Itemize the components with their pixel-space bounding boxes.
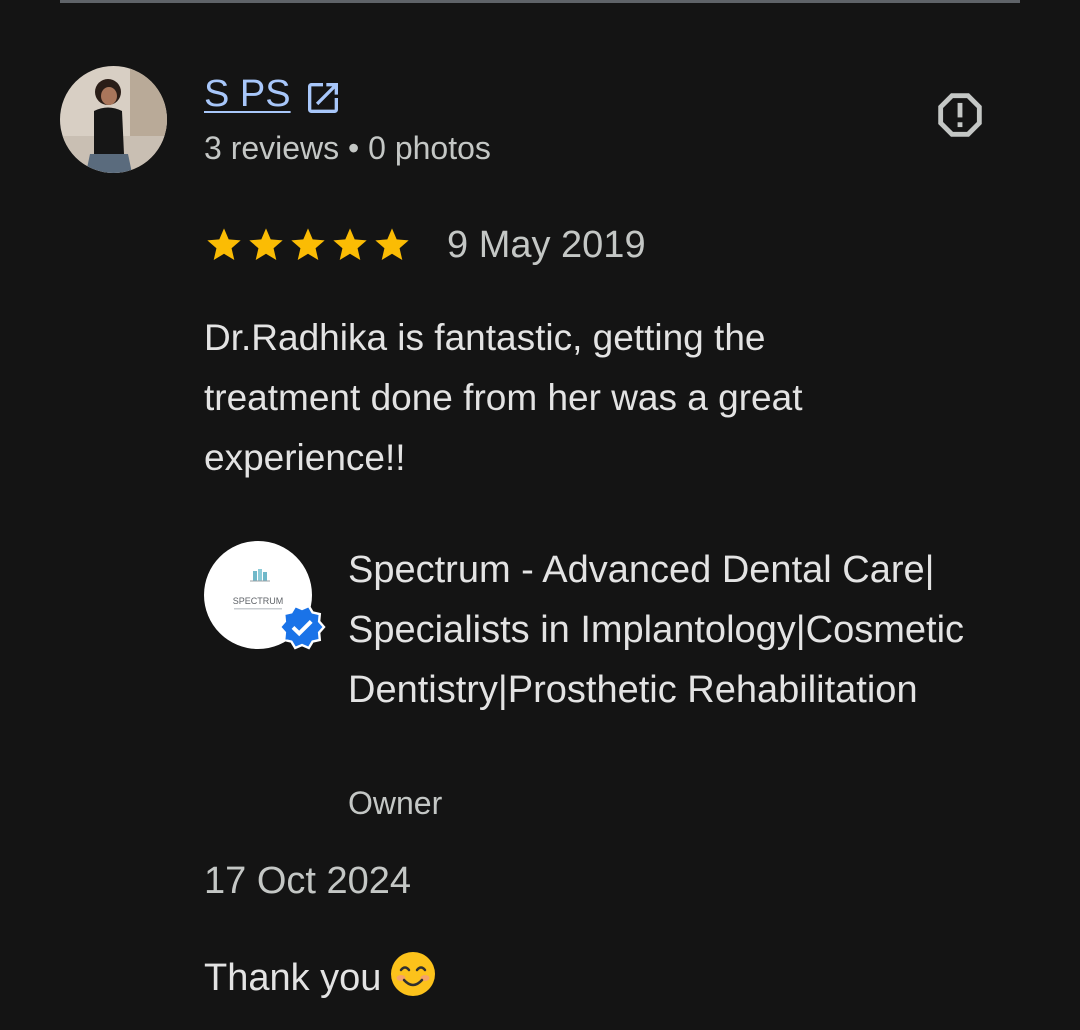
star-icon: [207, 228, 241, 260]
owner-role-label: Owner: [348, 785, 443, 821]
star-icon: [291, 228, 325, 260]
star-icon: [375, 228, 409, 260]
star-rating: [204, 225, 412, 265]
smiling-face-emoji: [391, 952, 436, 996]
open-in-new-icon[interactable]: [303, 78, 343, 118]
reviewer-avatar[interactable]: [60, 66, 167, 173]
owner-logo-text: SPECTRUM: [233, 596, 284, 606]
review-date: 9 May 2019: [447, 224, 646, 266]
star-icon: [249, 228, 283, 260]
reviewer-stats: 3 reviews • 0 photos: [204, 130, 491, 166]
review-text: Dr.Radhika is fantastic, getting the tre…: [204, 317, 803, 478]
owner-business-name: Spectrum - Advanced Dental Care| Special…: [348, 549, 965, 711]
star-icon: [333, 228, 367, 260]
verified-badge-icon: [278, 604, 326, 650]
reply-message: Thank you: [204, 950, 437, 1005]
report-icon[interactable]: [931, 86, 989, 144]
top-divider: [60, 0, 1020, 3]
reply-date: 17 Oct 2024: [204, 860, 412, 902]
reviewer-name-link[interactable]: S PS: [204, 72, 291, 116]
reply-text: Thank you: [204, 957, 382, 999]
